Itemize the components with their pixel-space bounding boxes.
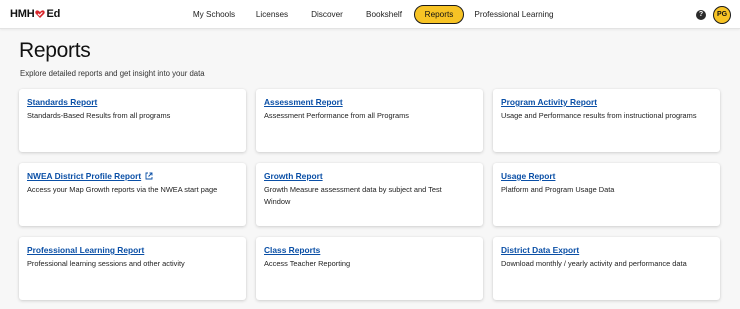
card-description: Platform and Program Usage Data [501,185,615,194]
standards-report-link[interactable]: Standards Report [27,97,97,107]
page-title: Reports [19,39,91,62]
card-description: Professional learning sessions and other… [27,259,185,268]
card-description: Download monthly / yearly activity and p… [501,259,687,268]
card-description: Access your Map Growth reports via the N… [27,185,218,194]
nav-my-schools[interactable]: My Schools [184,5,244,24]
top-navigation-bar: HMH Ed My Schools Licenses Discover Book… [0,0,740,29]
report-card-assessment: Assessment Report Assessment Performance… [256,89,483,152]
nav-bookshelf[interactable]: Bookshelf [362,5,406,24]
assessment-report-link[interactable]: Assessment Report [264,97,343,107]
card-description: Access Teacher Reporting [264,259,351,268]
main-nav: My Schools Licenses Discover Bookshelf R… [0,5,740,24]
report-card-professional-learning: Professional Learning Report Professiona… [19,237,246,300]
growth-report-link[interactable]: Growth Report [264,171,323,181]
report-card-growth: Growth Report Growth Measure assessment … [256,163,483,226]
nwea-link-label: NWEA District Profile Report [27,171,142,181]
card-description: Assessment Performance from all Programs [264,111,409,120]
page-subtitle: Explore detailed reports and get insight… [20,69,205,78]
user-avatar[interactable]: PG [713,6,731,24]
external-link-icon [145,172,153,180]
district-data-export-link[interactable]: District Data Export [501,245,579,255]
professional-learning-report-link[interactable]: Professional Learning Report [27,245,144,255]
class-reports-link[interactable]: Class Reports [264,245,320,255]
report-card-nwea: NWEA District Profile Report Access your… [19,163,246,226]
card-description: Usage and Performance results from instr… [501,111,697,120]
report-card-usage: Usage Report Platform and Program Usage … [493,163,720,226]
nwea-district-profile-report-link[interactable]: NWEA District Profile Report [27,171,153,181]
nav-discover[interactable]: Discover [306,5,348,24]
card-description: Growth Measure assessment data by subjec… [264,185,442,206]
report-card-class: Class Reports Access Teacher Reporting [256,237,483,300]
nav-reports[interactable]: Reports [414,5,464,24]
report-card-standards: Standards Report Standards-Based Results… [19,89,246,152]
question-circle-icon[interactable]: ? [696,10,706,20]
report-card-district-data-export: District Data Export Download monthly / … [493,237,720,300]
card-description: Standards-Based Results from all program… [27,111,171,120]
nav-professional-learning[interactable]: Professional Learning [474,5,554,24]
usage-report-link[interactable]: Usage Report [501,171,555,181]
program-activity-report-link[interactable]: Program Activity Report [501,97,597,107]
report-card-program-activity: Program Activity Report Usage and Perfor… [493,89,720,152]
nav-licenses[interactable]: Licenses [252,5,292,24]
